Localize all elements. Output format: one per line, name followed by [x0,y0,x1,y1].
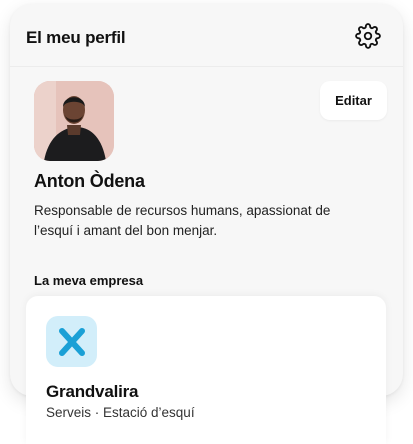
company-name: Grandvalira [46,382,139,401]
company-subtitle: Serveis · Estació d’esquí [46,405,195,420]
company-section-heading: La meva empresa [34,273,144,288]
edit-profile-button[interactable]: Editar [320,81,387,120]
page-title: El meu perfil [26,28,126,47]
settings-button[interactable] [354,22,382,50]
profile-bio: Responsable de recursos humans, apassion… [34,203,331,238]
profile-name: Anton Òdena [34,171,145,191]
avatar [34,81,114,161]
x-logo-icon [58,327,85,356]
gear-icon [355,23,381,49]
company-logo [46,316,97,367]
person-avatar-image [34,81,114,161]
header-divider [10,66,403,67]
